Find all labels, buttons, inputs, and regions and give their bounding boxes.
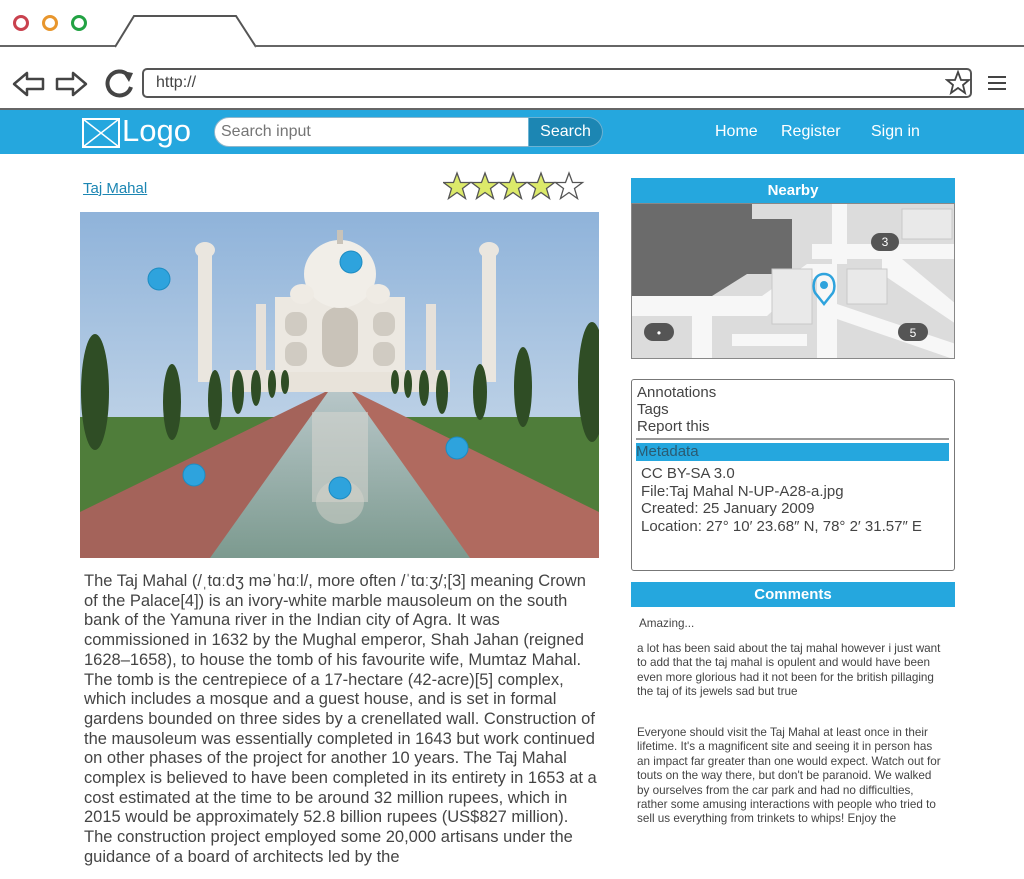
star-icon[interactable] [469, 171, 501, 201]
star-icon[interactable] [497, 171, 529, 201]
address-bar[interactable]: http:// [142, 68, 972, 98]
nav-sign-in-link[interactable]: Sign in [871, 123, 920, 141]
taj-mahal-photo [80, 212, 599, 558]
map-badge[interactable]: • [644, 323, 674, 341]
tags-link[interactable]: Tags [637, 401, 669, 418]
nearby-map[interactable]: 3 5 • [631, 203, 955, 359]
window-minimize-button[interactable] [42, 15, 58, 31]
logo-text[interactable]: Logo [122, 113, 191, 149]
comment-item: Everyone should visit the Taj Mahal at l… [637, 726, 941, 826]
annotations-link[interactable]: Annotations [637, 384, 716, 401]
nav-home-link[interactable]: Home [715, 123, 758, 141]
article-body: The Taj Mahal (/ˌtɑːdʒ məˈhɑːl/, more of… [84, 572, 597, 866]
star-empty-icon[interactable] [553, 171, 585, 201]
nav-register-link[interactable]: Register [781, 123, 841, 141]
star-icon[interactable] [443, 171, 473, 201]
metadata-location: Location: 27° 10′ 23.68″ N, 78° 2′ 31.57… [641, 518, 922, 535]
comments-header: Comments [631, 582, 955, 607]
svg-text:5: 5 [910, 326, 917, 340]
reload-icon[interactable] [102, 67, 138, 101]
report-link[interactable]: Report this [637, 418, 710, 435]
forward-arrow-icon[interactable] [54, 70, 88, 98]
svg-text:•: • [657, 326, 661, 340]
bookmark-star-icon[interactable] [945, 70, 971, 96]
address-bar-url: http:// [156, 74, 197, 91]
search-button[interactable]: Search [528, 117, 603, 147]
metadata-license: CC BY-SA 3.0 [641, 465, 735, 482]
map-badge[interactable]: 5 [898, 323, 928, 341]
back-arrow-icon[interactable] [12, 70, 46, 98]
logo-image-icon [82, 118, 120, 148]
divider [636, 438, 949, 440]
map-badge[interactable]: 3 [871, 233, 899, 251]
comment-item: a lot has been said about the taj mahal … [637, 642, 941, 699]
page-title-link[interactable]: Taj Mahal [83, 180, 147, 197]
comment-item: Amazing... [639, 617, 695, 630]
metadata-created: Created: 25 January 2009 [641, 500, 815, 517]
metadata-tab[interactable]: Metadata [636, 443, 949, 461]
window-maximize-button[interactable] [71, 15, 87, 31]
star-icon[interactable] [525, 171, 557, 201]
metadata-file: File:Taj Mahal N-UP-A28-a.jpg [641, 483, 844, 500]
star-rating[interactable] [443, 171, 585, 203]
window-close-button[interactable] [13, 15, 29, 31]
search-input[interactable] [214, 117, 530, 147]
svg-text:3: 3 [882, 235, 889, 249]
menu-icon[interactable] [987, 75, 1007, 91]
nearby-header: Nearby [631, 178, 955, 203]
